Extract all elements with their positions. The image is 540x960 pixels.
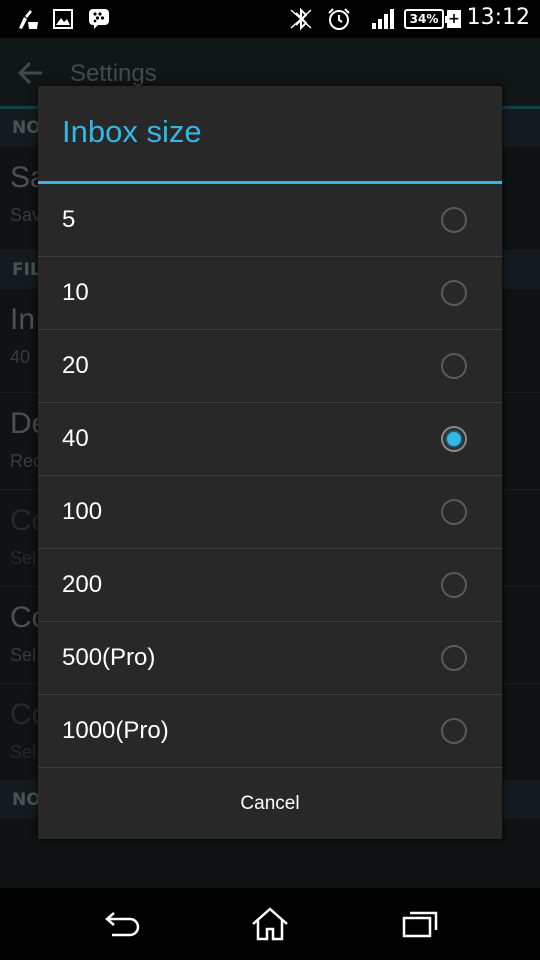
- radio-button[interactable]: [441, 645, 467, 671]
- radio-button[interactable]: [441, 207, 467, 233]
- cleaner-icon: [16, 8, 40, 30]
- option-label: 100: [62, 498, 103, 525]
- status-bar: 34% + 13:12: [0, 0, 540, 38]
- cancel-button[interactable]: Cancel: [38, 768, 502, 839]
- back-icon[interactable]: [97, 904, 147, 944]
- radio-button[interactable]: [441, 280, 467, 306]
- option-label: 5: [62, 206, 76, 233]
- radio-button[interactable]: [441, 499, 467, 525]
- signal-icon: [370, 8, 396, 30]
- radio-button[interactable]: [441, 353, 467, 379]
- option-label: 20: [62, 352, 89, 379]
- clock: 13:12: [466, 5, 530, 30]
- option-1000-pro[interactable]: 1000(Pro): [38, 695, 502, 768]
- radio-button[interactable]: [441, 718, 467, 744]
- home-icon[interactable]: [245, 904, 295, 944]
- option-20[interactable]: 20: [38, 330, 502, 403]
- battery-icon: 34%: [404, 9, 448, 29]
- charging-icon: +: [447, 10, 461, 28]
- radio-button[interactable]: [441, 572, 467, 598]
- navigation-bar: [0, 888, 540, 960]
- recent-apps-icon[interactable]: [395, 904, 445, 944]
- option-label: 40: [62, 425, 89, 452]
- option-label: 500(Pro): [62, 644, 156, 671]
- option-label: 200: [62, 571, 103, 598]
- option-5[interactable]: 5: [38, 184, 502, 257]
- option-10[interactable]: 10: [38, 257, 502, 330]
- bluetooth-off-icon: [288, 7, 314, 31]
- option-40[interactable]: 40: [38, 403, 502, 476]
- option-100[interactable]: 100: [38, 476, 502, 549]
- image-icon: [53, 8, 73, 30]
- alarm-icon: [326, 8, 352, 30]
- option-label: 1000(Pro): [62, 717, 169, 744]
- radio-button-checked[interactable]: [441, 426, 467, 452]
- option-200[interactable]: 200: [38, 549, 502, 622]
- option-list: 5 10 20 40 100 200 500(Pro) 1000(Pro): [38, 184, 502, 768]
- bbm-icon: [88, 8, 110, 30]
- dialog-title: Inbox size: [62, 114, 202, 149]
- option-label: 10: [62, 279, 89, 306]
- inbox-size-dialog: Inbox size 5 10 20 40 100 200 500(Pro) 1…: [38, 86, 502, 839]
- option-500-pro[interactable]: 500(Pro): [38, 622, 502, 695]
